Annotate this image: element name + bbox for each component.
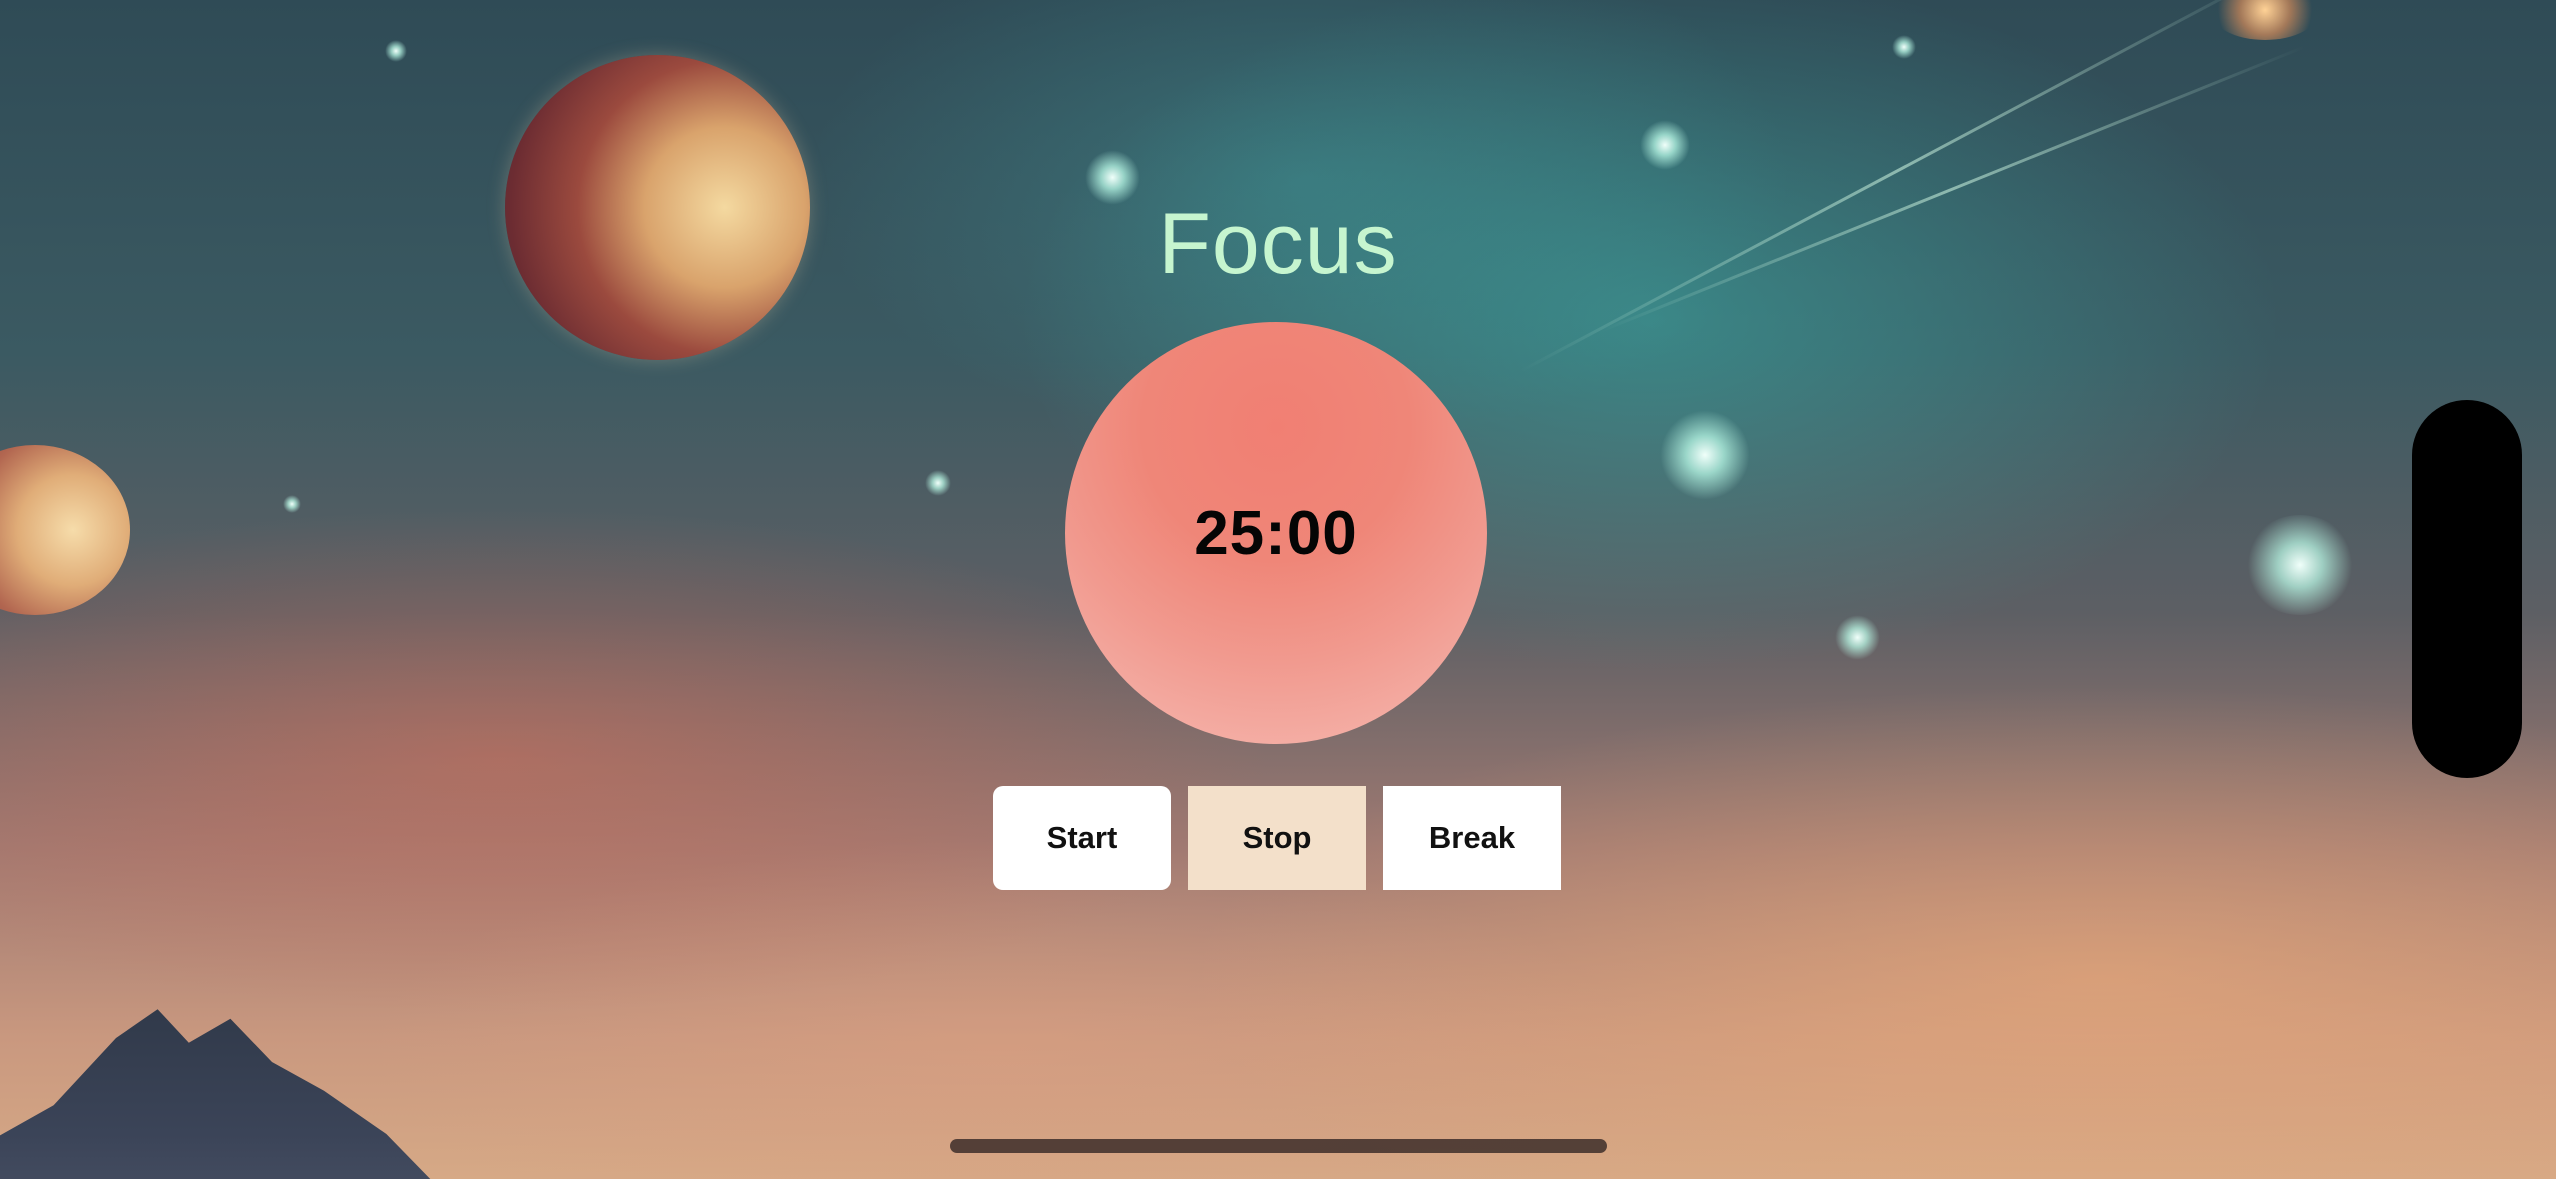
star-decoration	[1640, 120, 1690, 170]
star-decoration	[1892, 35, 1916, 59]
planet-decoration	[0, 445, 130, 615]
star-decoration	[283, 495, 301, 513]
star-decoration	[925, 470, 951, 496]
timer-display: 25:00	[1194, 498, 1358, 568]
star-decoration	[2245, 515, 2355, 615]
home-indicator[interactable]	[950, 1139, 1607, 1153]
break-button[interactable]: Break	[1383, 786, 1561, 890]
app-screen: Focus 25:00 Start Stop Break	[0, 0, 2556, 1179]
star-decoration	[385, 40, 407, 62]
camera-cutout	[2412, 400, 2522, 778]
stop-button[interactable]: Stop	[1188, 786, 1366, 890]
page-title: Focus	[1158, 196, 1398, 292]
star-decoration	[2210, 0, 2320, 40]
star-decoration	[1660, 410, 1750, 500]
mountain-decoration	[0, 1009, 480, 1179]
start-button[interactable]: Start	[993, 786, 1171, 890]
star-decoration	[1835, 615, 1880, 660]
timer-circle: 25:00	[1065, 322, 1487, 744]
